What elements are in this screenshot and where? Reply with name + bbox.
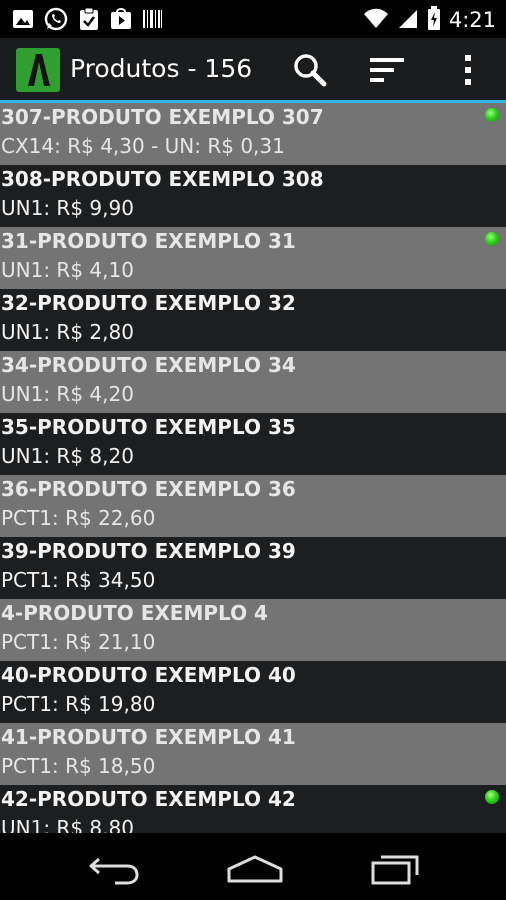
- list-item[interactable]: 34-PRODUTO EXEMPLO 34 UN1: R$ 4,20: [0, 351, 506, 413]
- product-name: 39-PRODUTO EXEMPLO 39: [1, 539, 296, 563]
- list-item[interactable]: 4-PRODUTO EXEMPLO 4 PCT1: R$ 21,10: [0, 599, 506, 661]
- navigation-bar: [0, 833, 506, 900]
- clock: 4:21: [448, 8, 496, 32]
- status-indicator-dot: [485, 790, 499, 804]
- product-price: PCT1: R$ 34,50: [1, 568, 156, 592]
- product-price: UN1: R$ 4,20: [1, 382, 134, 406]
- product-name: 35-PRODUTO EXEMPLO 35: [1, 415, 296, 439]
- list-item[interactable]: 32-PRODUTO EXEMPLO 32 UN1: R$ 2,80: [0, 289, 506, 351]
- list-item[interactable]: 36-PRODUTO EXEMPLO 36 PCT1: R$ 22,60: [0, 475, 506, 537]
- product-price: UN1: R$ 8,20: [1, 444, 134, 468]
- list-item[interactable]: 42-PRODUTO EXEMPLO 42 UN1: R$ 8,80: [0, 785, 506, 833]
- action-bar: Produtos - 156: [0, 38, 506, 103]
- product-price: UN1: R$ 2,80: [1, 320, 134, 344]
- battery-icon: [427, 6, 441, 34]
- recents-icon[interactable]: [365, 851, 425, 887]
- product-name: 32-PRODUTO EXEMPLO 32: [1, 291, 296, 315]
- system-status: 4:21: [363, 6, 496, 34]
- product-price: PCT1: R$ 18,50: [1, 754, 156, 778]
- list-item[interactable]: 39-PRODUTO EXEMPLO 39 PCT1: R$ 34,50: [0, 537, 506, 599]
- product-price: CX14: R$ 4,30 - UN: R$ 0,31: [1, 134, 285, 158]
- product-price: UN1: R$ 4,10: [1, 258, 134, 282]
- signal-icon: [397, 7, 419, 33]
- app-logo[interactable]: [16, 48, 60, 92]
- product-name: 308-PRODUTO EXEMPLO 308: [1, 167, 324, 191]
- home-icon[interactable]: [225, 851, 285, 887]
- gallery-icon: [12, 8, 34, 34]
- list-item[interactable]: 308-PRODUTO EXEMPLO 308 UN1: R$ 9,90: [0, 165, 506, 227]
- product-name: 307-PRODUTO EXEMPLO 307: [1, 105, 324, 129]
- barcode-icon: [142, 8, 164, 34]
- product-name: 36-PRODUTO EXEMPLO 36: [1, 477, 296, 501]
- product-price: PCT1: R$ 19,80: [1, 692, 156, 716]
- overflow-menu-icon[interactable]: [448, 50, 488, 90]
- list-item[interactable]: 307-PRODUTO EXEMPLO 307 CX14: R$ 4,30 - …: [0, 103, 506, 165]
- clipboard-check-icon: [78, 7, 100, 35]
- search-icon[interactable]: [290, 50, 330, 90]
- product-name: 4-PRODUTO EXEMPLO 4: [1, 601, 268, 625]
- list-item[interactable]: 41-PRODUTO EXEMPLO 41 PCT1: R$ 18,50: [0, 723, 506, 785]
- status-indicator-dot: [485, 108, 499, 122]
- product-list[interactable]: 307-PRODUTO EXEMPLO 307 CX14: R$ 4,30 - …: [0, 103, 506, 833]
- back-icon[interactable]: [85, 851, 145, 887]
- product-name: 42-PRODUTO EXEMPLO 42: [1, 787, 296, 811]
- sort-icon[interactable]: [367, 50, 407, 90]
- play-store-icon: [110, 8, 132, 34]
- list-item[interactable]: 31-PRODUTO EXEMPLO 31 UN1: R$ 4,10: [0, 227, 506, 289]
- product-name: 40-PRODUTO EXEMPLO 40: [1, 663, 296, 687]
- wifi-icon: [363, 7, 389, 33]
- product-name: 34-PRODUTO EXEMPLO 34: [1, 353, 296, 377]
- product-price: PCT1: R$ 21,10: [1, 630, 156, 654]
- product-name: 41-PRODUTO EXEMPLO 41: [1, 725, 296, 749]
- list-item[interactable]: 35-PRODUTO EXEMPLO 35 UN1: R$ 8,20: [0, 413, 506, 475]
- product-price: PCT1: R$ 22,60: [1, 506, 156, 530]
- whatsapp-icon: [44, 7, 68, 35]
- notification-icons: [12, 7, 164, 35]
- page-title: Produtos - 156: [70, 54, 253, 83]
- product-name: 31-PRODUTO EXEMPLO 31: [1, 229, 296, 253]
- product-price: UN1: R$ 9,90: [1, 196, 134, 220]
- product-price: UN1: R$ 8,80: [1, 816, 134, 833]
- status-bar: 4:21: [0, 0, 506, 38]
- status-indicator-dot: [485, 232, 499, 246]
- list-item[interactable]: 40-PRODUTO EXEMPLO 40 PCT1: R$ 19,80: [0, 661, 506, 723]
